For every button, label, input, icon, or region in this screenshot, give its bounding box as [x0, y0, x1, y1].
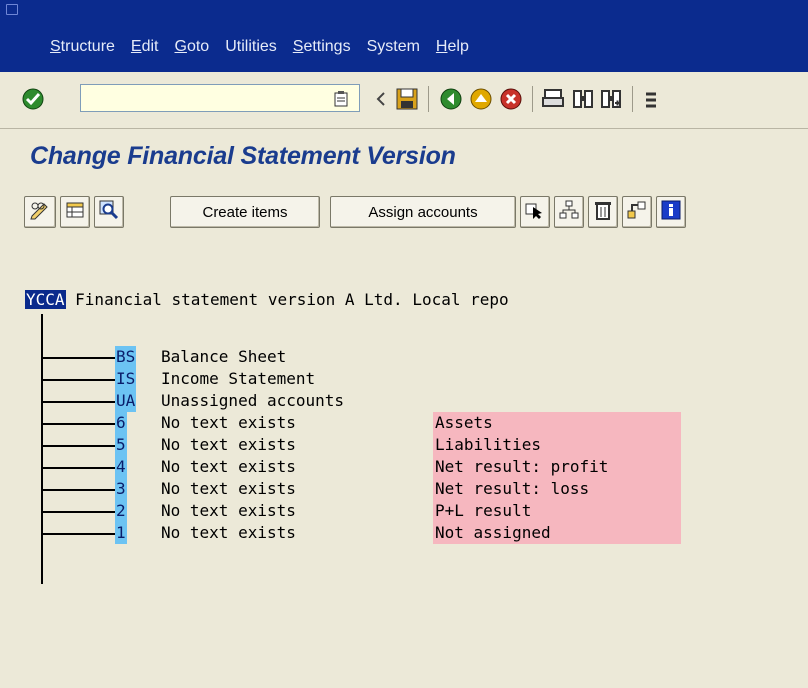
command-history-icon[interactable] — [330, 88, 352, 110]
node-text: No text exists — [161, 479, 296, 498]
node-text: No text exists — [161, 501, 296, 520]
node-code[interactable]: 4 — [115, 456, 127, 478]
menu-bar: Structure Edit Goto Utilities Settings S… — [0, 0, 808, 72]
menu-goto[interactable]: Goto — [175, 38, 210, 56]
node-text: Unassigned accounts — [161, 391, 345, 410]
select-button[interactable] — [520, 196, 550, 228]
tree-node[interactable]: UA Unassigned accounts — [41, 390, 344, 412]
table-settings-button[interactable] — [60, 196, 90, 228]
cancel-icon[interactable] — [498, 86, 524, 112]
create-items-button[interactable]: Create items — [170, 196, 320, 228]
menu-help[interactable]: Help — [436, 38, 469, 56]
print-icon[interactable] — [540, 86, 566, 112]
cursor-select-icon — [525, 200, 545, 224]
root-text: Financial statement version A Ltd. Local… — [65, 290, 509, 309]
tree-node[interactable]: 1 No text exists Not assigned — [41, 522, 681, 544]
delete-button[interactable] — [588, 196, 618, 228]
menu-edit[interactable]: Edit — [131, 38, 159, 56]
menu-settings[interactable]: Settings — [293, 38, 351, 56]
info-icon — [661, 200, 681, 224]
menu-system[interactable]: System — [367, 38, 420, 56]
node-code[interactable]: 1 — [115, 522, 127, 544]
back-icon[interactable] — [438, 86, 464, 112]
tree-node[interactable]: 6 No text exists Assets — [41, 412, 681, 434]
trash-icon — [594, 200, 612, 224]
hierarchy-button[interactable] — [554, 196, 584, 228]
position-label: P+L result — [433, 500, 681, 522]
node-text: No text exists — [161, 435, 296, 454]
tree-node[interactable]: 5 No text exists Liabilities — [41, 434, 681, 456]
tree-root[interactable]: YCCA Financial statement version A Ltd. … — [25, 290, 509, 309]
save-icon[interactable] — [394, 86, 420, 112]
position-label: Liabilities — [433, 434, 681, 456]
node-text: No text exists — [161, 413, 296, 432]
node-text: No text exists — [161, 523, 296, 542]
node-code[interactable]: IS — [115, 368, 137, 390]
position-label: Not assigned — [433, 522, 681, 544]
display-change-button[interactable] — [24, 196, 56, 228]
command-input[interactable] — [81, 85, 329, 111]
first-page-icon[interactable] — [640, 86, 662, 112]
enter-check-icon[interactable] — [20, 86, 46, 112]
node-text: Balance Sheet — [161, 347, 287, 366]
tree-node[interactable]: BS Balance Sheet — [41, 346, 286, 368]
move-button[interactable] — [622, 196, 652, 228]
magnifier-icon — [99, 200, 119, 224]
tree-node[interactable]: 2 No text exists P+L result — [41, 500, 681, 522]
menu-utilities[interactable]: Utilities — [225, 38, 277, 56]
tree-node[interactable]: IS Income Statement — [41, 368, 315, 390]
root-code[interactable]: YCCA — [25, 290, 66, 309]
find-icon[interactable] — [570, 86, 596, 112]
back-arrow-icon[interactable] — [372, 88, 390, 110]
node-code[interactable]: 3 — [115, 478, 127, 500]
node-text: No text exists — [161, 457, 296, 476]
node-code[interactable]: 5 — [115, 434, 127, 456]
find-next-icon[interactable] — [598, 86, 624, 112]
pencil-glasses-icon — [29, 200, 51, 224]
node-code[interactable]: 2 — [115, 500, 127, 522]
tree-node[interactable]: 3 No text exists Net result: loss — [41, 478, 681, 500]
info-button[interactable] — [656, 196, 686, 228]
tree-node[interactable]: 4 No text exists Net result: profit — [41, 456, 681, 478]
hierarchy-icon — [559, 200, 579, 224]
move-node-icon — [627, 200, 647, 224]
node-code[interactable]: 6 — [115, 412, 127, 434]
menu-structure[interactable]: Structure — [50, 38, 115, 56]
position-label: Net result: profit — [433, 456, 681, 478]
position-label: Assets — [433, 412, 681, 434]
node-text: Income Statement — [161, 369, 316, 388]
node-code[interactable]: BS — [115, 346, 137, 368]
assign-accounts-button[interactable]: Assign accounts — [330, 196, 516, 228]
command-field[interactable] — [80, 84, 360, 112]
position-label: Net result: loss — [433, 478, 681, 500]
node-code[interactable]: UA — [115, 390, 137, 412]
system-menu-icon[interactable] — [6, 4, 18, 15]
table-icon — [66, 201, 84, 223]
exit-icon[interactable] — [468, 86, 494, 112]
search-button[interactable] — [94, 196, 124, 228]
page-title: Change Financial Statement Version — [30, 142, 456, 170]
